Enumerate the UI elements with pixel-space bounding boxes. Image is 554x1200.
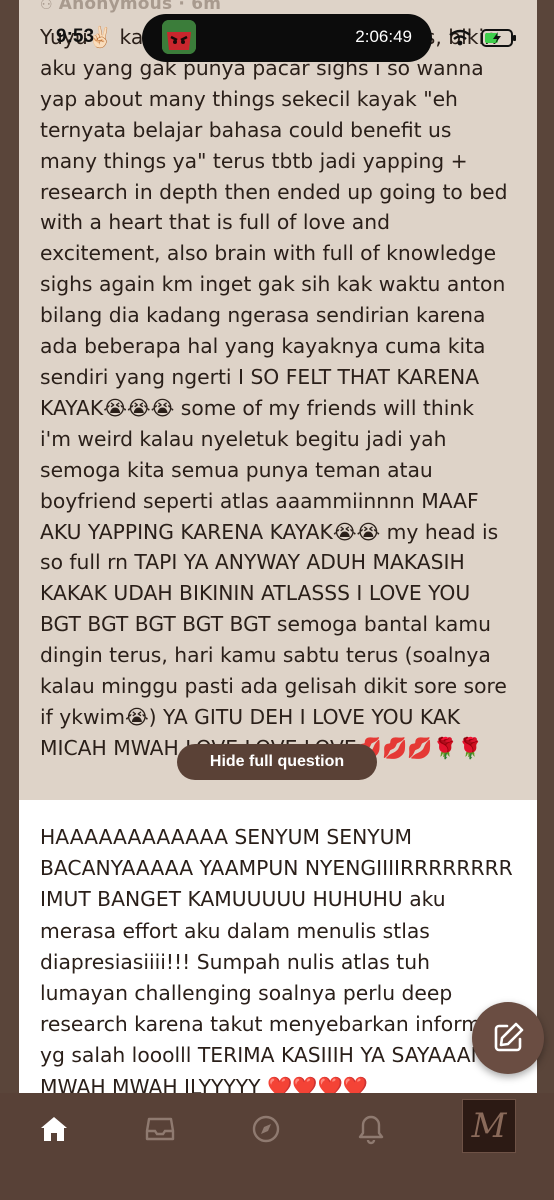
battery-charging-icon (481, 29, 516, 47)
author-label: Anonymous · 6m (58, 0, 222, 14)
avatar-monogram: M (471, 1106, 507, 1146)
compose-fab[interactable] (472, 1002, 544, 1074)
nav-inbox[interactable] (136, 1105, 184, 1153)
status-time: 9:53 (56, 26, 95, 47)
question-author: ⚇ Anonymous · 6m (40, 0, 221, 14)
status-icons (448, 26, 520, 50)
hide-full-question-button[interactable]: Hide full question (177, 744, 377, 780)
nav-explore[interactable] (242, 1105, 290, 1153)
nav-notifications[interactable] (347, 1105, 395, 1153)
app-icon (162, 20, 196, 54)
dynamic-island[interactable]: 2:06:49 (142, 14, 432, 62)
anonymous-icon: ⚇ (40, 0, 53, 13)
profile-avatar[interactable]: M (462, 1099, 516, 1153)
explore-icon (252, 1115, 280, 1143)
edit-icon (494, 1022, 524, 1052)
inbox-icon (145, 1117, 175, 1141)
home-icon (41, 1117, 67, 1141)
answer-text: HAAAAAAAAAAAA SENYUM SENYUM BACANYAAAAA … (40, 825, 513, 1099)
notifications-icon (358, 1115, 384, 1145)
wifi-icon (449, 29, 471, 46)
nav-home[interactable] (30, 1105, 78, 1153)
question-text: Yuyu✌🏻 kak makasih banyak buat atlas, bi… (40, 25, 508, 760)
island-timer: 2:06:49 (355, 27, 412, 46)
bottom-navigation: M (0, 1093, 554, 1200)
